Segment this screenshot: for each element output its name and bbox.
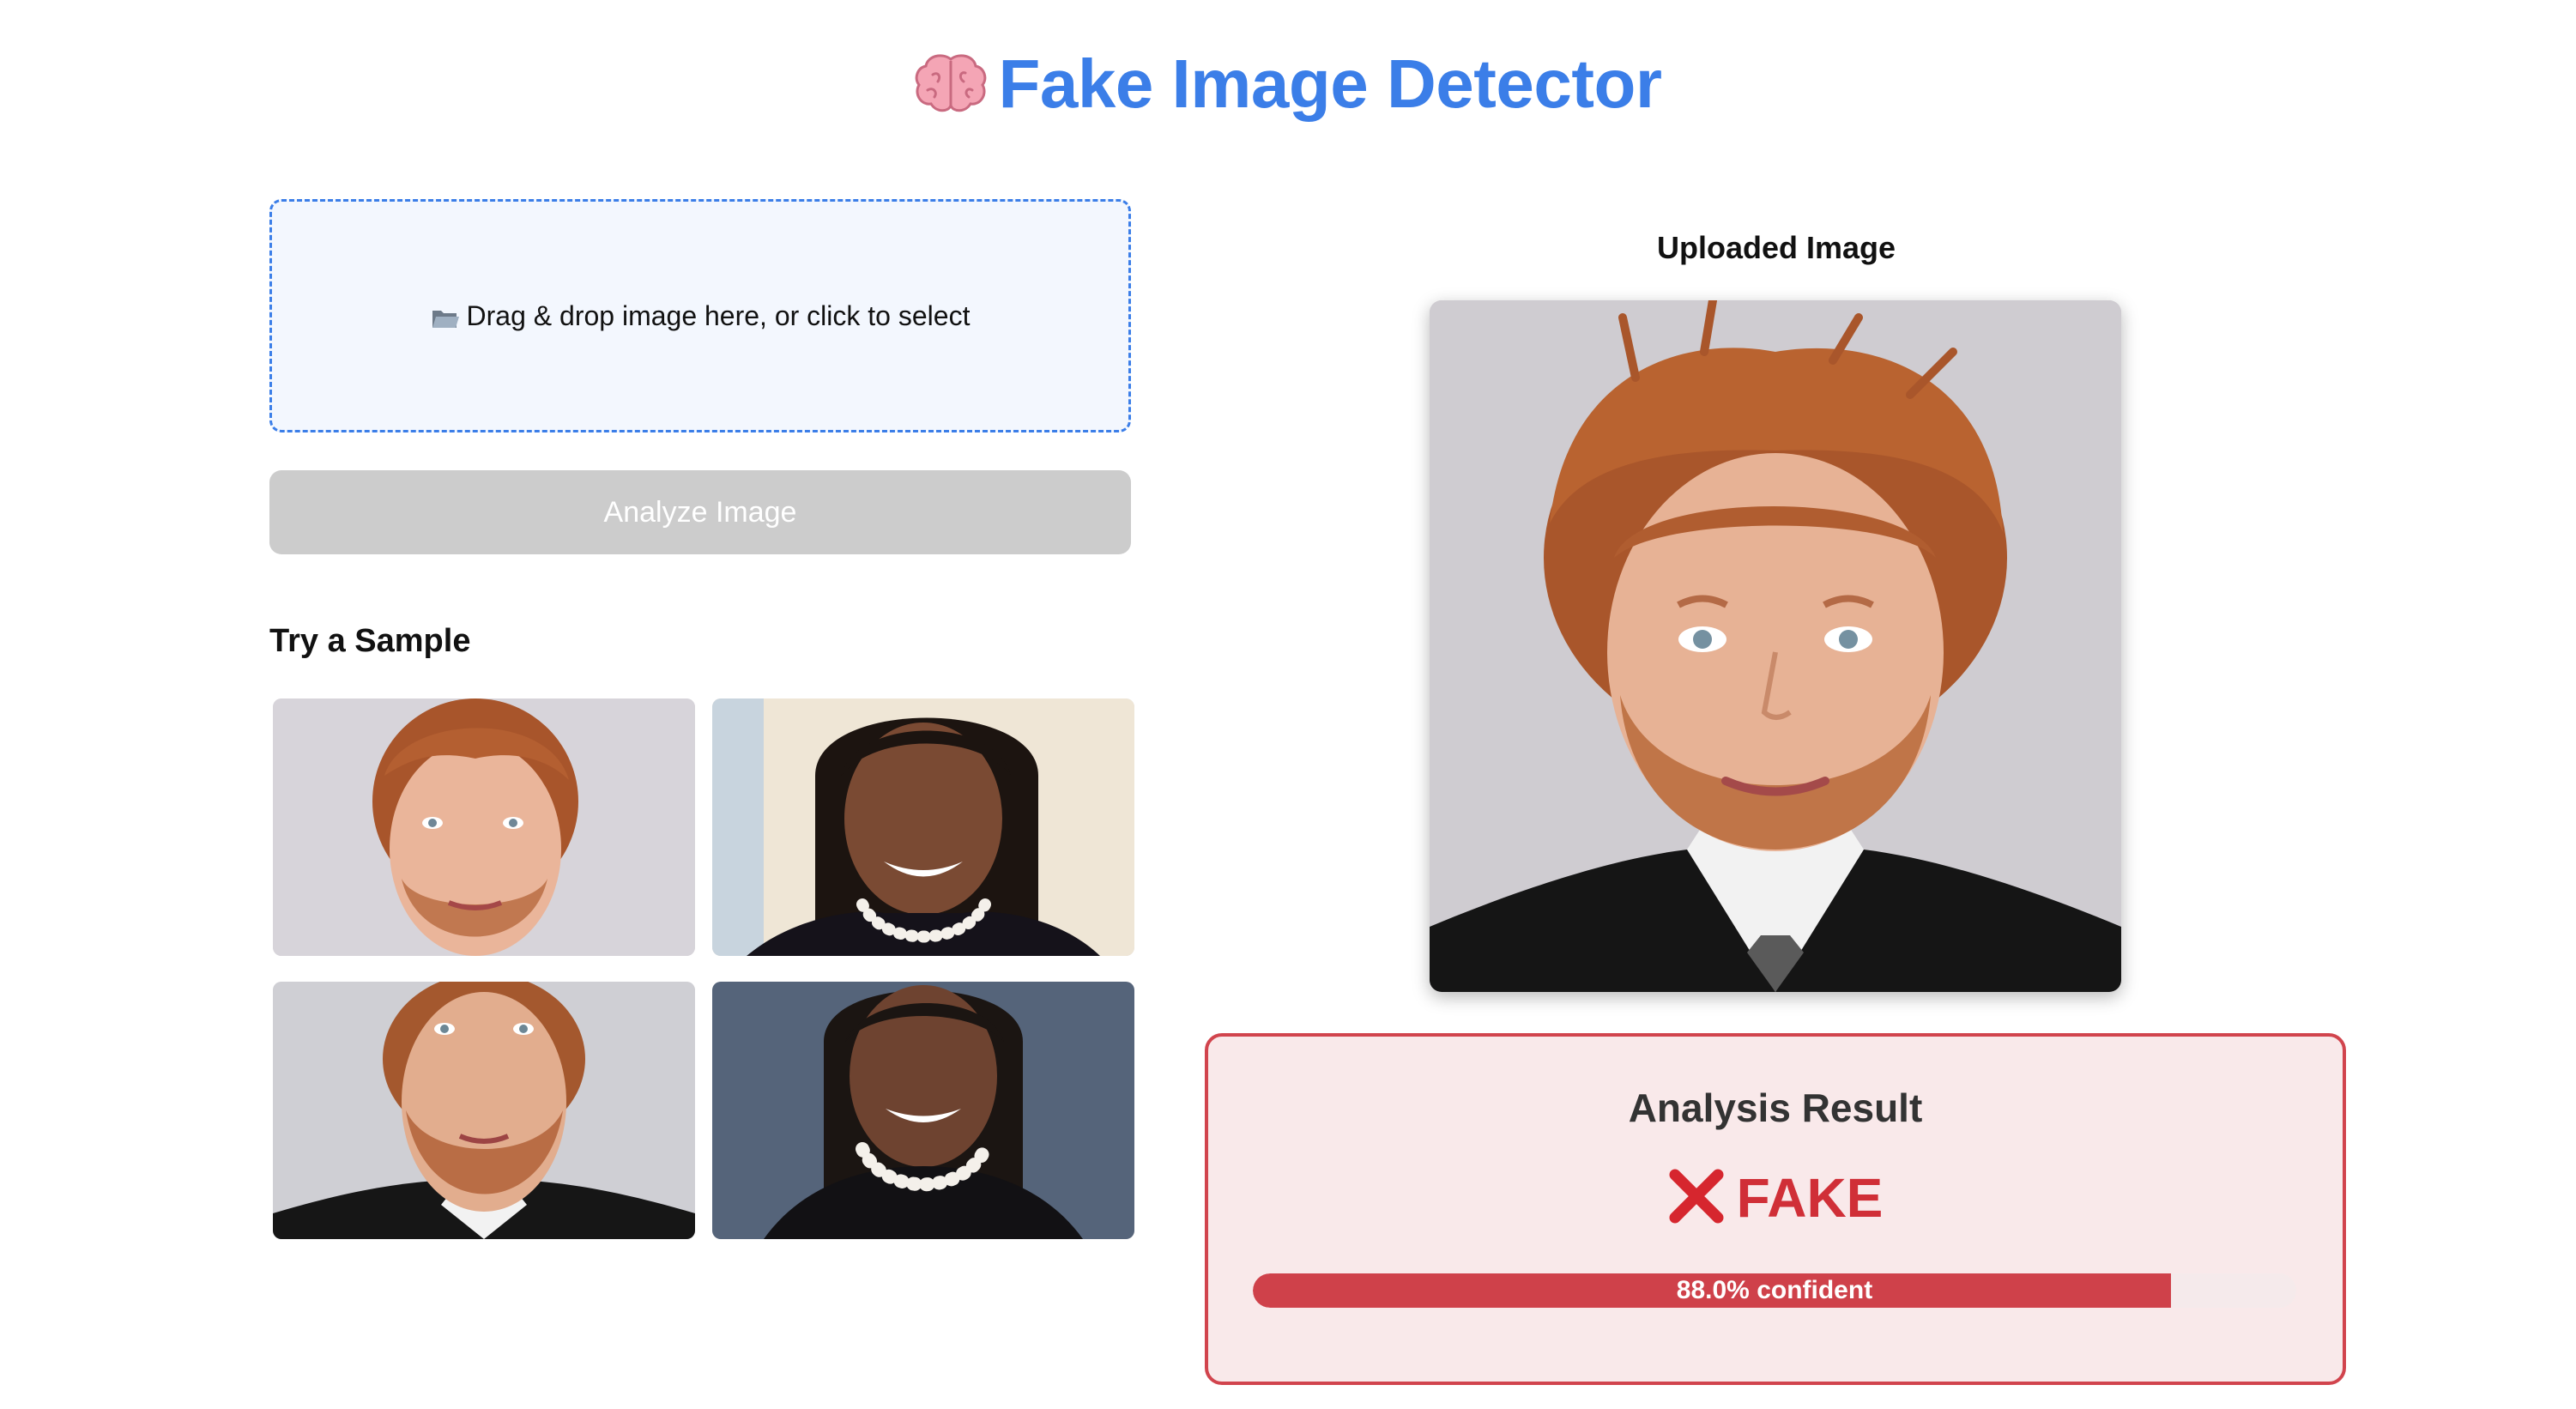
confidence-bar: 88.0% confident — [1253, 1273, 2296, 1308]
confidence-label: 88.0% confident — [1676, 1276, 1873, 1304]
folder-icon — [431, 305, 460, 328]
verdict: FAKE — [1208, 1164, 2343, 1232]
samples-heading: Try a Sample — [269, 623, 471, 659]
app-title: Fake Image Detector — [998, 45, 1662, 122]
uploaded-image-preview — [1430, 300, 2121, 992]
sample-image-3[interactable] — [273, 982, 695, 1239]
analysis-result-card: Analysis Result FAKE 88.0% confident — [1205, 1033, 2346, 1385]
page-title: Fake Image Detector — [0, 41, 2576, 127]
sample-image-2[interactable] — [712, 698, 1134, 956]
uploaded-image-heading: Uploaded Image — [1656, 230, 1896, 265]
verdict-label: FAKE — [1736, 1167, 1884, 1229]
sample-image-1[interactable] — [273, 698, 695, 956]
result-title: Analysis Result — [1628, 1085, 1923, 1130]
sample-image-4[interactable] — [712, 982, 1134, 1239]
analyze-image-button[interactable]: Analyze Image — [269, 470, 1131, 554]
cross-mark-icon — [1668, 1168, 1725, 1225]
brain-icon — [914, 48, 988, 112]
image-dropzone[interactable]: Drag & drop image here, or click to sele… — [269, 199, 1131, 432]
dropzone-text: Drag & drop image here, or click to sele… — [466, 299, 971, 331]
